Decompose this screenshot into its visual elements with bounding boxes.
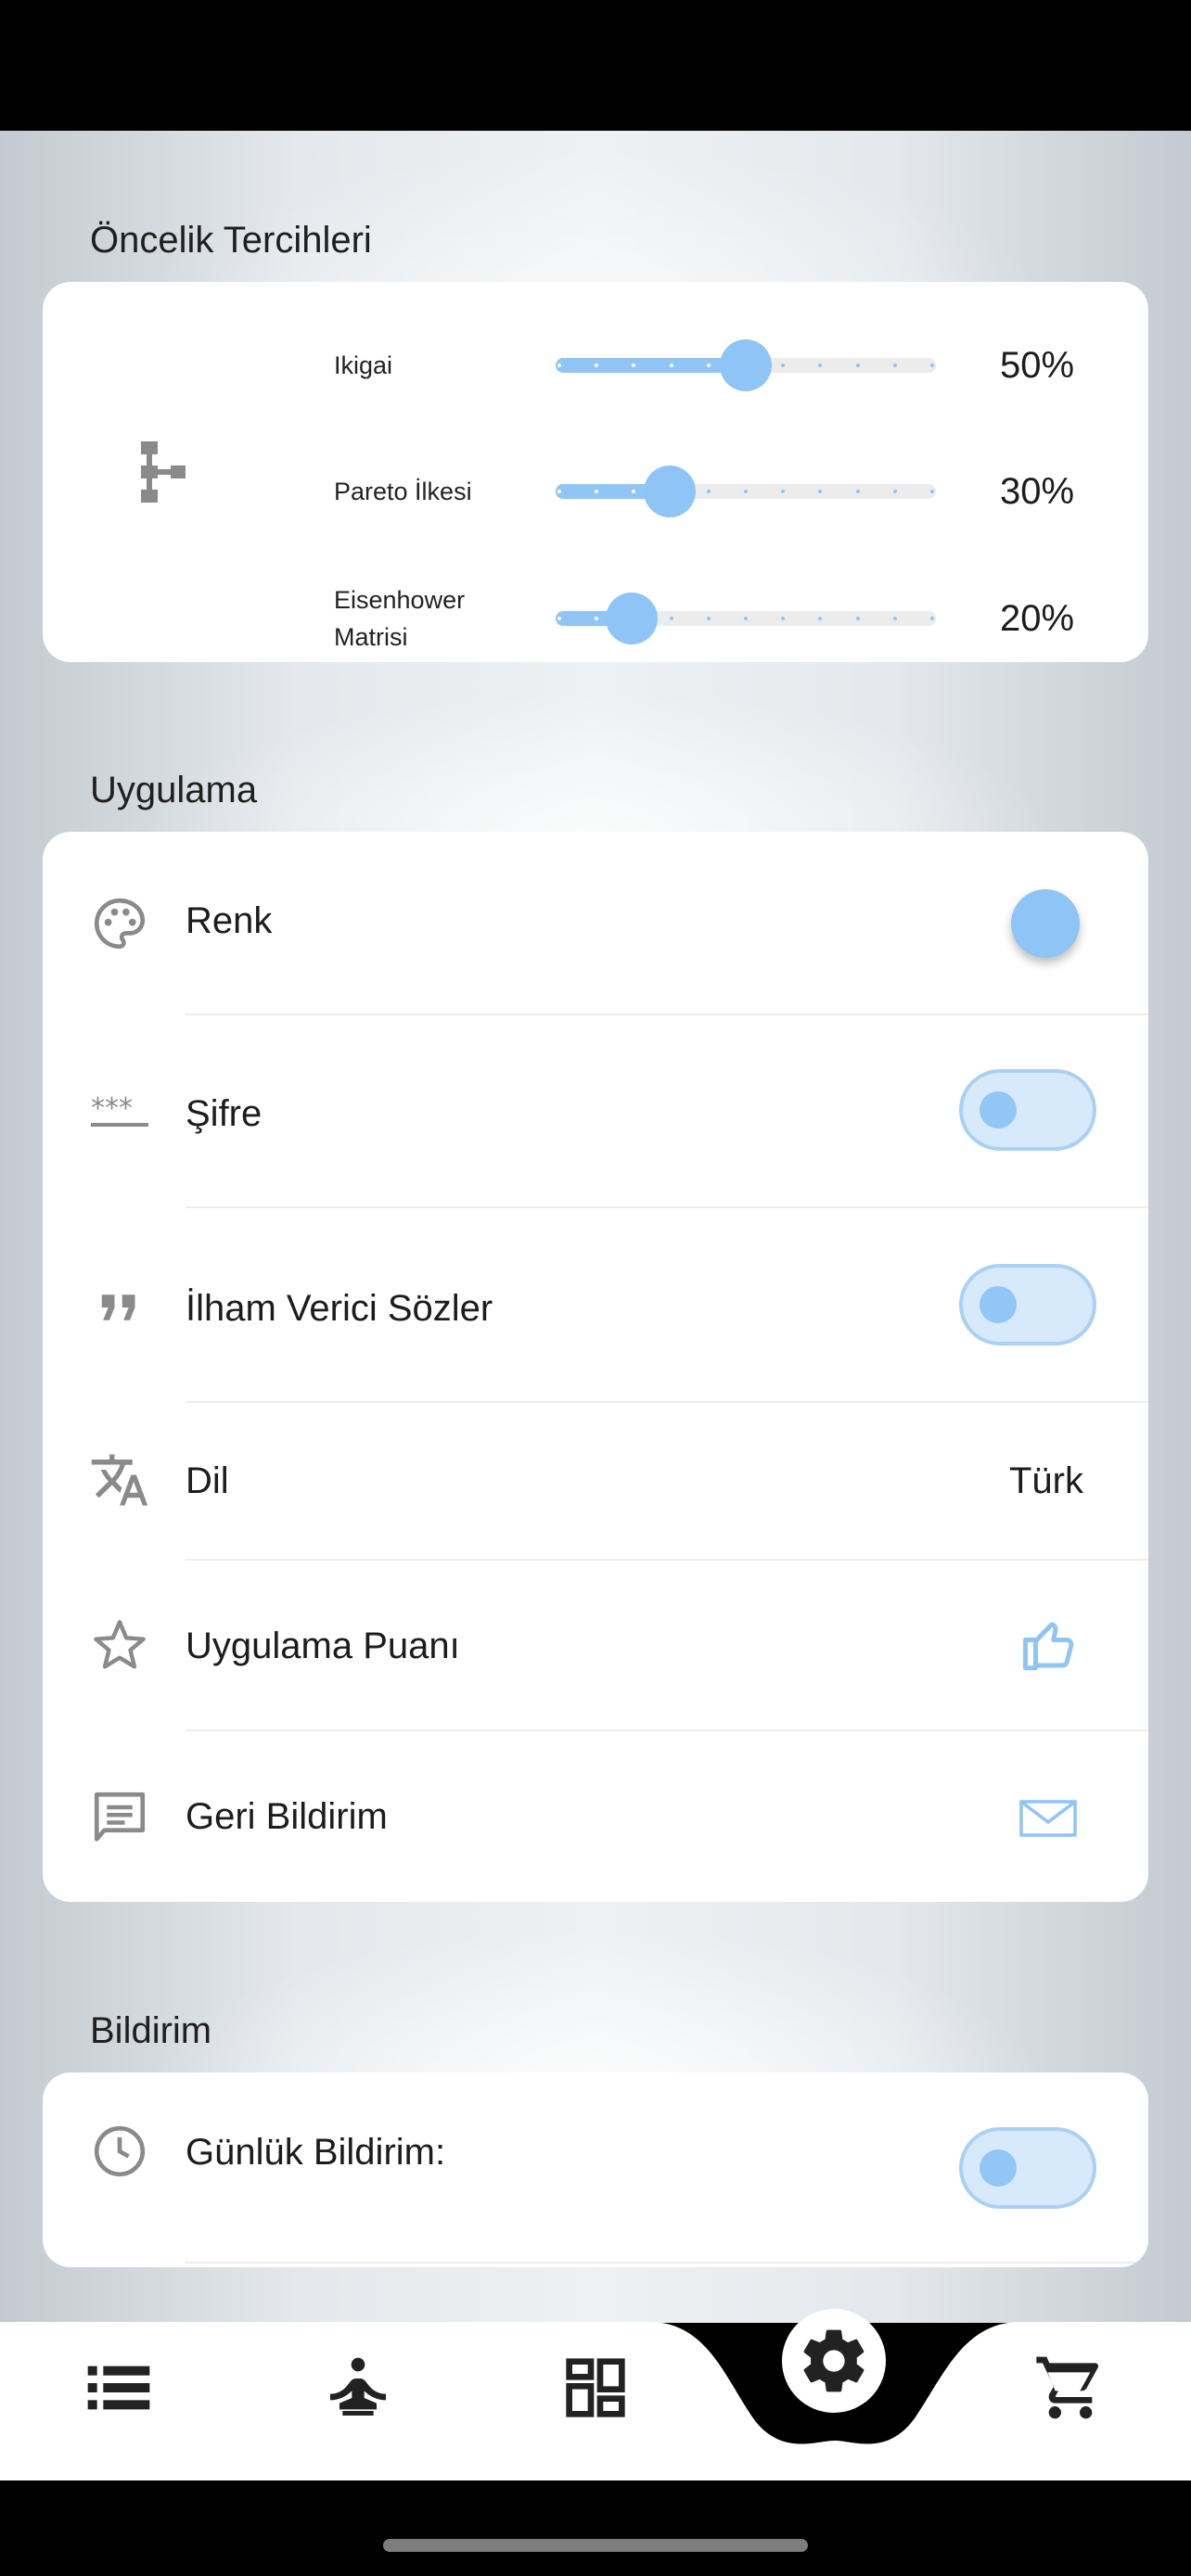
daily-notification-label: Günlük Bildirim: [186, 2132, 446, 2173]
slider-value: 20% [1000, 598, 1075, 639]
password-toggle[interactable] [959, 1069, 1096, 1151]
slider-value: 30% [1000, 471, 1075, 512]
dashboard-icon[interactable] [558, 2351, 633, 2425]
slider-tick [744, 617, 748, 620]
slider-tick [892, 617, 897, 620]
eisenhower-slider[interactable] [556, 593, 936, 644]
slider-label: Ikigai [334, 351, 393, 379]
slider-tick [706, 490, 711, 493]
thumbs-up-icon[interactable] [1020, 1614, 1082, 1676]
divider [186, 1206, 1148, 1208]
feedback-row[interactable]: Geri Bildirim [43, 1731, 1148, 1902]
star-icon [94, 1620, 146, 1669]
clock-icon [94, 2125, 146, 2177]
slider-label: Pareto İlkesi [334, 478, 472, 505]
quotes-label: İlham Verici Sözler [186, 1288, 493, 1329]
quote-icon [101, 1294, 135, 1320]
toggle-knob [980, 2149, 1017, 2187]
ikigai-slider[interactable] [556, 339, 936, 391]
slider-fill [556, 358, 746, 373]
priority-card: Ikigai 50% Pareto İlkesi 30% Eisenhower … [43, 282, 1148, 662]
app-section-title: Uygulama [90, 770, 258, 810]
slider-tick [557, 617, 561, 620]
feedback-icon [94, 1792, 146, 1842]
language-value: Türk [1009, 1460, 1083, 1501]
svg-text:***: *** [91, 1092, 133, 1125]
rating-label: Uygulama Puanı [186, 1626, 460, 1666]
slider-tick [706, 363, 711, 367]
slider-thumb[interactable] [606, 593, 658, 644]
toggle-knob [980, 1091, 1017, 1129]
language-label: Dil [186, 1460, 229, 1501]
slider-row-pareto: Pareto İlkesi 30% [43, 445, 1148, 538]
bottom-bar [0, 2480, 1191, 2576]
quotes-toggle[interactable] [959, 1264, 1096, 1345]
slider-tick [892, 363, 897, 367]
slider-tick [930, 363, 934, 367]
slider-row-ikigai: Ikigai 50% [43, 319, 1148, 412]
slider-thumb[interactable] [720, 339, 772, 391]
rating-row[interactable]: Uygulama Puanı [43, 1561, 1148, 1731]
slider-tick [892, 490, 897, 493]
feedback-label: Geri Bildirim [186, 1796, 388, 1837]
language-row[interactable]: Dil Türk [43, 1405, 1148, 1561]
priority-section-title: Öncelik Tercihleri [90, 220, 372, 261]
slider-tick [557, 490, 561, 493]
mail-icon[interactable] [1018, 1796, 1078, 1841]
password-icon: *** [91, 1092, 148, 1127]
slider-thumb[interactable] [644, 465, 696, 517]
palette-icon [94, 898, 146, 950]
quotes-row[interactable]: İlham Verici Sözler [43, 1210, 1148, 1405]
slider-row-eisenhower: Eisenhower Matrisi 20% [43, 572, 1148, 662]
translate-icon [91, 1454, 148, 1506]
slider-value: 50% [1000, 345, 1075, 386]
notification-section-title: Bildirim [90, 2010, 212, 2051]
password-row[interactable]: *** Şifre [43, 1015, 1148, 1210]
color-row[interactable]: Renk [43, 832, 1148, 1015]
toggle-knob [980, 1286, 1017, 1323]
pareto-slider[interactable] [556, 465, 936, 517]
color-label: Renk [186, 900, 273, 941]
slider-tick [930, 490, 934, 493]
settings-icon[interactable] [797, 2324, 871, 2398]
slider-tick [818, 363, 823, 367]
cart-icon[interactable] [1033, 2351, 1108, 2425]
daily-notification-toggle[interactable] [959, 2127, 1096, 2209]
slider-tick [818, 490, 823, 493]
slider-tick [706, 617, 711, 620]
password-label: Şifre [186, 1093, 263, 1134]
slider-tick [930, 617, 934, 620]
slider-tick [781, 490, 786, 493]
slider-tick [855, 490, 860, 493]
slider-tick [669, 363, 673, 367]
slider-label: Eisenhower Matrisi [334, 586, 466, 651]
status-bar [0, 0, 1191, 131]
meditation-icon[interactable] [321, 2351, 395, 2425]
slider-tick [744, 490, 748, 493]
slider-tick [557, 363, 561, 367]
slider-tick [669, 617, 673, 620]
slider-tick [855, 617, 860, 620]
list-icon[interactable] [82, 2351, 156, 2425]
divider [186, 1401, 1148, 1403]
slider-tick [781, 617, 786, 620]
slider-tick [818, 617, 823, 620]
color-swatch[interactable] [1011, 889, 1080, 958]
slider-tick [781, 363, 786, 367]
home-indicator[interactable] [383, 2539, 808, 2552]
slider-tick [855, 363, 860, 367]
app-card: Renk *** Şifre İlham Verici Sözler Dil T… [43, 832, 1148, 1902]
